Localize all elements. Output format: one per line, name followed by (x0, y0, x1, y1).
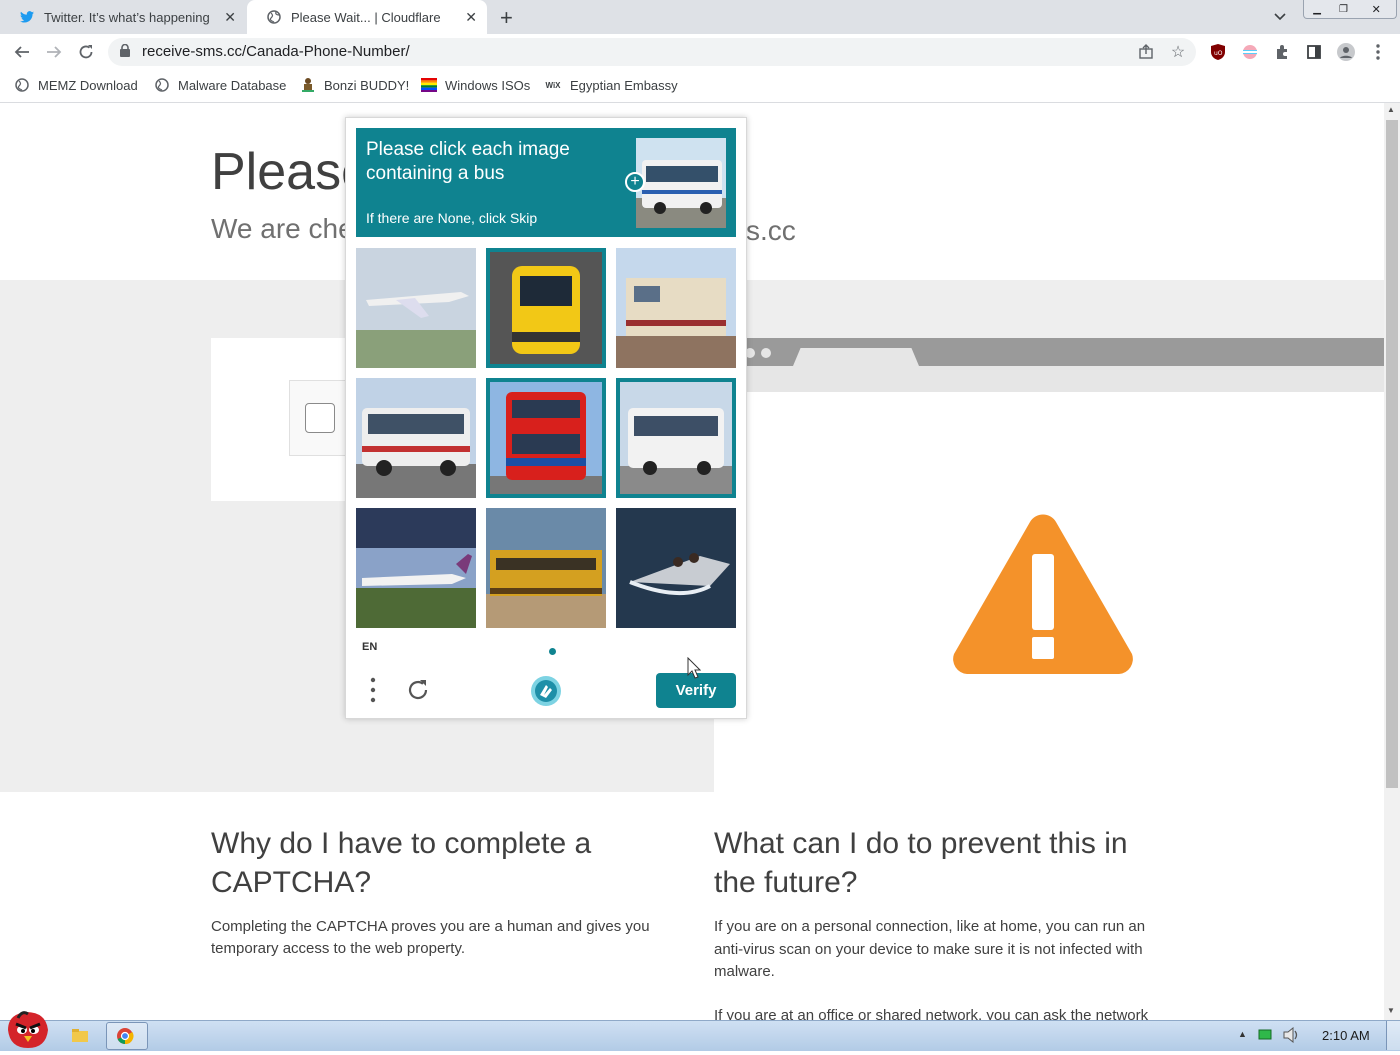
lock-icon[interactable] (120, 43, 130, 62)
close-icon[interactable]: ✕ (465, 9, 477, 26)
tab-twitter[interactable]: Twitter. It’s what’s happening ✕ (0, 0, 246, 34)
captcha-example-image[interactable] (636, 138, 726, 228)
bookmark-label: MEMZ Download (38, 77, 138, 93)
globe-icon (267, 10, 281, 24)
start-button-angry-bird-icon[interactable] (4, 1010, 50, 1055)
url-text[interactable]: receive-sms.cc/Canada-Phone-Number/ (142, 43, 410, 60)
show-desktop-button[interactable] (1386, 1021, 1400, 1050)
captcha-tile-speedboat[interactable] (616, 508, 736, 628)
prevent-text: If you are on a personal connection, lik… (714, 918, 1146, 980)
captcha-tile-airplane[interactable] (356, 248, 476, 368)
network-icon[interactable] (1258, 1028, 1272, 1047)
why-text: Completing the CAPTCHA proves you are a … (211, 918, 650, 957)
new-tab-button[interactable]: + (500, 5, 513, 31)
back-icon[interactable] (12, 42, 32, 62)
captcha-tile-yellow-train[interactable] (486, 248, 606, 368)
bookmark-malware-database[interactable]: Malware Database (154, 76, 286, 94)
hcaptcha-logo-icon[interactable] (530, 675, 562, 712)
tab-search-icon[interactable] (1270, 7, 1290, 27)
star-icon[interactable]: ☆ (1168, 42, 1188, 62)
why-heading: Why do I have to complete a CAPTCHA? (211, 827, 592, 899)
bookmark-label: Windows ISOs (445, 77, 531, 93)
prevent-text-2: If you are at an office or shared networ… (714, 1007, 1149, 1020)
extensions-puzzle-icon[interactable] (1272, 42, 1292, 62)
chrome-icon (116, 1027, 134, 1050)
mouse-cursor-icon (687, 656, 702, 684)
captcha-prompt: Please click each image containing a bus (366, 139, 570, 184)
tab-cloudflare[interactable]: Please Wait... | Cloudflare ✕ (247, 0, 487, 34)
minimize-icon[interactable]: ▁ (1304, 0, 1330, 18)
forward-icon[interactable] (44, 42, 64, 62)
show-hidden-icons-icon[interactable]: ▲ (1238, 1029, 1247, 1039)
ublock-icon[interactable]: uO (1208, 42, 1228, 62)
scroll-up-icon[interactable]: ▲ (1387, 105, 1395, 114)
page-indicator-dot (549, 648, 556, 655)
language-selector[interactable]: EN (362, 641, 377, 653)
windows-icon (421, 77, 437, 93)
bonzi-icon (300, 77, 316, 93)
scroll-down-icon[interactable]: ▼ (1387, 1006, 1395, 1015)
captcha-hint: If there are None, click Skip (366, 210, 538, 226)
restore-icon[interactable]: ❐ (1330, 0, 1356, 18)
captcha-tile-airplane[interactable] (356, 508, 476, 628)
illustration-tab (793, 348, 919, 366)
bookmark-label: Bonzi BUDDY! (324, 77, 410, 93)
captcha-tile-bus[interactable] (356, 378, 476, 498)
globe-icon (154, 77, 170, 93)
close-window-icon[interactable]: ✕ (1357, 0, 1396, 18)
bookmark-memz[interactable]: MEMZ Download (14, 76, 138, 94)
scrollbar-thumb[interactable] (1386, 120, 1398, 788)
bookmark-bonzi[interactable]: Bonzi BUDDY! (300, 76, 409, 94)
window-controls: ▁ ❐ ✕ (1303, 0, 1397, 19)
page-subtitle-left: We are che (211, 213, 354, 244)
svg-text:uO: uO (1214, 50, 1223, 57)
profile-avatar-icon[interactable] (1336, 42, 1356, 62)
tab-label: Please Wait... | Cloudflare (291, 9, 441, 25)
volume-icon[interactable] (1282, 1026, 1300, 1048)
captcha-tile-locomotive[interactable] (616, 248, 736, 368)
globe-icon (14, 77, 30, 93)
bookmark-egyptian-embassy[interactable]: WiX Egyptian Embassy (544, 76, 678, 94)
taskbar (0, 1020, 1400, 1051)
reload-icon[interactable] (76, 42, 96, 62)
illustration-dot (761, 348, 771, 358)
side-panel-icon[interactable] (1304, 42, 1324, 62)
prevent-heading: What can I do to prevent this in the fut… (714, 827, 1128, 899)
share-icon[interactable] (1136, 42, 1156, 62)
warning-icon (950, 510, 1136, 679)
page-subtitle-right: s.cc (746, 215, 796, 246)
twitter-icon (20, 10, 34, 24)
bookmark-windows-isos[interactable]: Windows ISOs (421, 76, 530, 94)
file-explorer-icon[interactable] (70, 1025, 90, 1050)
refresh-challenge-icon[interactable] (406, 678, 430, 707)
bookmark-label: Egyptian Embassy (570, 77, 678, 93)
expand-example-icon[interactable]: + (625, 172, 645, 192)
captcha-tile-red-double-decker-bus[interactable] (486, 378, 606, 498)
captcha-tile-train[interactable] (486, 508, 606, 628)
menu-kebab-icon[interactable] (1368, 42, 1388, 62)
bookmark-label: Malware Database (178, 77, 287, 93)
extension-flag-icon[interactable] (1240, 42, 1260, 62)
close-icon[interactable]: ✕ (224, 9, 236, 26)
clock[interactable]: 2:10 AM (1322, 1028, 1370, 1043)
captcha-checkbox[interactable] (305, 403, 335, 433)
more-options-icon[interactable] (368, 677, 378, 708)
captcha-tile-bus[interactable] (616, 378, 736, 498)
wix-icon: WiX (545, 80, 561, 90)
tab-label: Twitter. It’s what’s happening (44, 9, 210, 25)
